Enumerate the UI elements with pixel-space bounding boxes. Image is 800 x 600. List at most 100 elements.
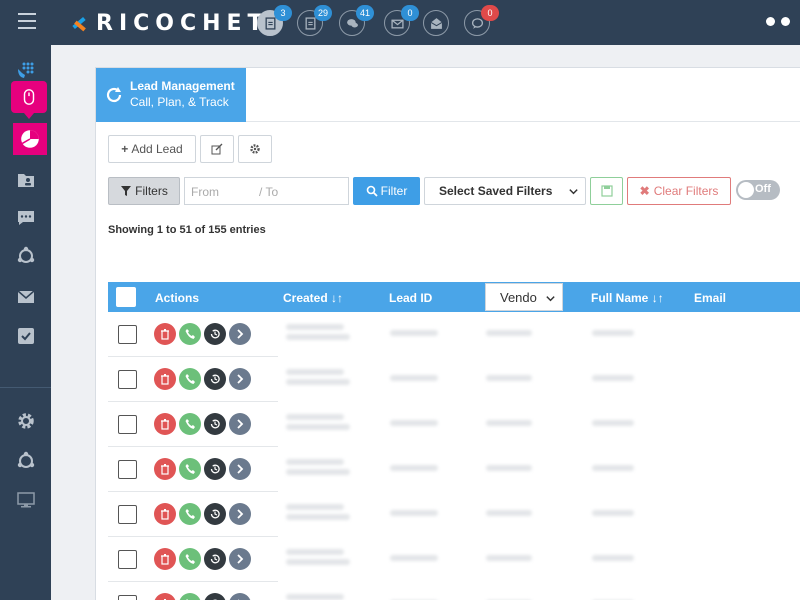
row-checkbox[interactable] (118, 415, 137, 434)
hub-icon[interactable] (16, 246, 36, 266)
blurred-created-value (286, 414, 344, 420)
open-lead-button[interactable] (229, 413, 251, 435)
filters-button[interactable]: Filters (108, 177, 180, 205)
open-lead-button[interactable] (229, 503, 251, 525)
call-lead-button[interactable] (179, 458, 201, 480)
delete-lead-button[interactable] (154, 323, 176, 345)
table-row[interactable] (108, 492, 800, 537)
delete-lead-button[interactable] (154, 458, 176, 480)
lead-history-button[interactable] (204, 593, 226, 600)
date-range-input[interactable]: From / To (184, 177, 349, 205)
lead-history-button[interactable] (204, 368, 226, 390)
contact-card-icon[interactable] (16, 170, 36, 190)
sidebar-item-mouse[interactable] (11, 81, 47, 119)
vendor-column-select[interactable]: Vendo (485, 283, 563, 311)
lead-history-button[interactable] (204, 323, 226, 345)
search-icon (366, 185, 378, 197)
saved-filters-select[interactable]: Select Saved Filters (424, 177, 586, 205)
notification-badge: 29 (313, 5, 332, 21)
sidebar-item-reports[interactable] (13, 123, 47, 155)
call-lead-button[interactable] (179, 503, 201, 525)
settings-button[interactable] (238, 135, 272, 163)
call-lead-button[interactable] (179, 548, 201, 570)
table-row[interactable] (108, 312, 800, 357)
message-notification[interactable]: 0 (464, 5, 499, 36)
row-checkbox[interactable] (118, 595, 137, 600)
blurred-created-value (286, 379, 350, 385)
row-checkbox[interactable] (118, 460, 137, 479)
monitor-icon[interactable] (16, 490, 36, 510)
table-header: Actions Created ↓↑ Lead ID Vendo Full Na… (108, 282, 800, 312)
logo[interactable]: RICOCHET 360 (70, 8, 280, 38)
gear-icon[interactable] (16, 411, 36, 431)
table-row[interactable] (108, 582, 800, 600)
blurred-created-value (286, 594, 344, 600)
delete-lead-button[interactable] (154, 368, 176, 390)
filter-toggle[interactable]: Off (736, 180, 780, 200)
call-lead-button[interactable] (179, 413, 201, 435)
open-lead-button[interactable] (229, 593, 251, 600)
delete-lead-button[interactable] (154, 413, 176, 435)
save-filter-button[interactable] (590, 177, 623, 205)
row-checkbox[interactable] (118, 370, 137, 389)
lead-history-button[interactable] (204, 413, 226, 435)
dialpad-icon[interactable] (16, 60, 36, 80)
chat-bubble-icon[interactable] (16, 208, 36, 228)
open-lead-button[interactable] (229, 548, 251, 570)
edit-button[interactable] (200, 135, 234, 163)
blurred-lead-id-value (390, 375, 438, 381)
tab-title: Lead Management (130, 79, 235, 93)
more-options-icon[interactable] (766, 17, 790, 26)
delete-lead-button[interactable] (154, 593, 176, 600)
blurred-vendor-value (486, 555, 532, 561)
chat-notification[interactable]: 41 (339, 5, 374, 36)
table-row[interactable] (108, 537, 800, 582)
clear-filters-button[interactable]: ✖ Clear Filters (627, 177, 731, 205)
lead-history-button[interactable] (204, 548, 226, 570)
open-lead-button[interactable] (229, 368, 251, 390)
column-header-created[interactable]: Created ↓↑ (283, 291, 343, 305)
lead-history-button[interactable] (204, 458, 226, 480)
call-lead-button[interactable] (179, 368, 201, 390)
select-all-checkbox[interactable] (116, 287, 136, 307)
column-header-full-name[interactable]: Full Name ↓↑ (591, 291, 664, 305)
message-icon (471, 17, 483, 29)
refresh-icon (106, 87, 122, 103)
open-lead-button[interactable] (229, 323, 251, 345)
mail-icon[interactable] (16, 287, 36, 307)
table-row[interactable] (108, 357, 800, 402)
hamburger-menu-icon[interactable] (18, 13, 36, 29)
trash-icon (161, 329, 169, 340)
blurred-created-value (286, 424, 350, 430)
table-row[interactable] (108, 402, 800, 447)
mail-notification[interactable]: 0 (384, 5, 419, 36)
toggle-label: Off (755, 183, 771, 195)
panel-header: Lead Management Call, Plan, & Track (96, 68, 800, 122)
trash-icon (161, 464, 169, 475)
tab-lead-management[interactable]: Lead Management Call, Plan, & Track (96, 68, 246, 122)
hub-icon[interactable] (16, 451, 36, 471)
funnel-icon (121, 186, 132, 196)
row-checkbox[interactable] (118, 550, 137, 569)
blurred-lead-id-value (390, 420, 438, 426)
column-header-email: Email (694, 291, 727, 305)
row-checkbox[interactable] (118, 505, 137, 524)
add-lead-button[interactable]: + Add Lead (108, 135, 196, 163)
document-notification[interactable]: 3 (257, 5, 292, 36)
open-lead-button[interactable] (229, 458, 251, 480)
delete-lead-button[interactable] (154, 503, 176, 525)
file-notification[interactable]: 29 (297, 5, 332, 36)
blurred-lead-id-value (390, 555, 438, 561)
table-row[interactable] (108, 447, 800, 492)
mouse-icon (23, 89, 35, 105)
call-lead-button[interactable] (179, 323, 201, 345)
blurred-full-name-value (592, 420, 634, 426)
logo-mark-icon (70, 13, 90, 33)
open-mail-notification[interactable] (423, 10, 449, 36)
lead-history-button[interactable] (204, 503, 226, 525)
call-lead-button[interactable] (179, 593, 201, 600)
filter-button[interactable]: Filter (353, 177, 420, 205)
row-checkbox[interactable] (118, 325, 137, 344)
checkbox-icon[interactable] (16, 326, 36, 346)
delete-lead-button[interactable] (154, 548, 176, 570)
